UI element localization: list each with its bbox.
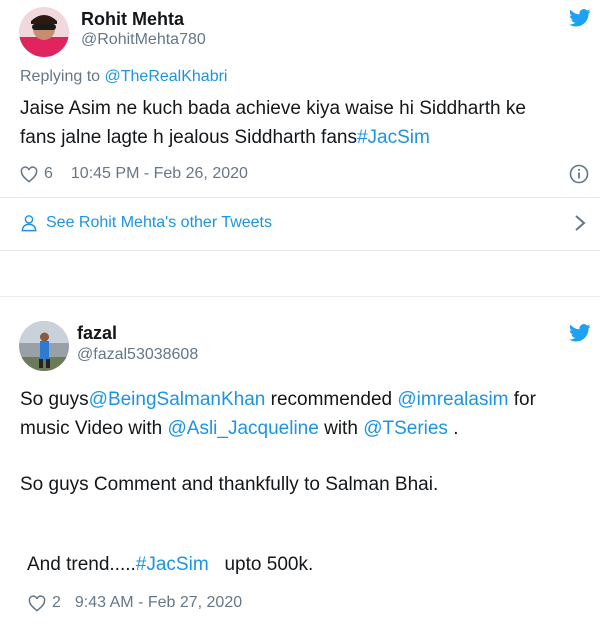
tweet-text-line2: fans jalne lagte h jealous Siddharth fan… [20, 127, 357, 148]
see-other-tweets-label: See Rohit Mehta's other Tweets [46, 214, 272, 231]
text-run: . [447, 418, 459, 439]
tweet-text-line1: Jaise Asim ne kuch bada achieve kiya wai… [20, 98, 526, 119]
divider [0, 197, 600, 198]
person-icon [21, 215, 37, 232]
like-count: 2 [52, 594, 61, 611]
mention-link[interactable]: @TSeries [363, 418, 448, 439]
timestamp-link[interactable]: 9:43 AM - Feb 27, 2020 [75, 594, 242, 612]
paragraph-3: And trend.....#JacSim upto 500k. [27, 550, 313, 579]
tweet-text: So guys@BeingSalmanKhan recommended @imr… [20, 385, 590, 443]
author-handle[interactable]: @RohitMehta780 [81, 31, 206, 49]
mention-link[interactable]: @BeingSalmanKhan [89, 389, 266, 410]
paragraph-1-line1: So guys@BeingSalmanKhan recommended @imr… [20, 385, 590, 414]
text-run: upto 500k. [208, 554, 314, 575]
tweet-meta: 6 10:45 PM - Feb 26, 2020 [20, 165, 248, 183]
tweet-text: Jaise Asim ne kuch bada achieve kiya wai… [20, 94, 590, 152]
paragraph-1-line2: music Video with @Asli_Jacqueline with @… [20, 414, 590, 443]
avatar[interactable] [19, 321, 69, 371]
like-count: 6 [44, 165, 53, 182]
tweet-card-rohit: Rohit Mehta @RohitMehta780 Replying to @… [0, 0, 600, 251]
see-other-tweets[interactable]: See Rohit Mehta's other Tweets [20, 214, 272, 232]
text-run: for [508, 389, 536, 410]
twitter-bird-icon[interactable] [569, 324, 591, 342]
tweet-meta: 2 9:43 AM - Feb 27, 2020 [28, 594, 242, 612]
tweet-text-line2-wrap: fans jalne lagte h jealous Siddharth fan… [20, 123, 590, 152]
author-name[interactable]: fazal [77, 323, 117, 344]
avatar[interactable] [19, 7, 69, 57]
text-run: music Video with [20, 418, 168, 439]
mention-link[interactable]: @imrealasim [397, 389, 508, 410]
info-icon[interactable] [569, 164, 589, 184]
timestamp-link[interactable]: 10:45 PM - Feb 26, 2020 [71, 165, 248, 183]
reply-mention-link[interactable]: @TheRealKhabri [105, 68, 228, 85]
twitter-bird-icon[interactable] [569, 9, 591, 27]
hashtag-link[interactable]: #JacSim [136, 554, 209, 575]
text-run: recommended [265, 389, 398, 410]
tweet-card-fazal: fazal @fazal53038608 So guys@BeingSalman… [0, 296, 600, 625]
chevron-right-icon[interactable] [574, 214, 586, 232]
paragraph-2: So guys Comment and thankfully to Salman… [20, 474, 439, 495]
replying-to: Replying to @TheRealKhabri [20, 68, 227, 86]
text-run: So guys [20, 389, 89, 410]
hashtag-link[interactable]: #JacSim [357, 127, 430, 148]
heart-icon[interactable] [20, 165, 38, 183]
mention-link[interactable]: @Asli_Jacqueline [168, 418, 319, 439]
text-run: with [318, 418, 364, 439]
text-run: And trend..... [27, 554, 136, 575]
author-name[interactable]: Rohit Mehta [81, 9, 184, 30]
replying-prefix: Replying to [20, 68, 105, 85]
author-handle[interactable]: @fazal53038608 [77, 346, 198, 364]
heart-icon[interactable] [28, 594, 46, 612]
